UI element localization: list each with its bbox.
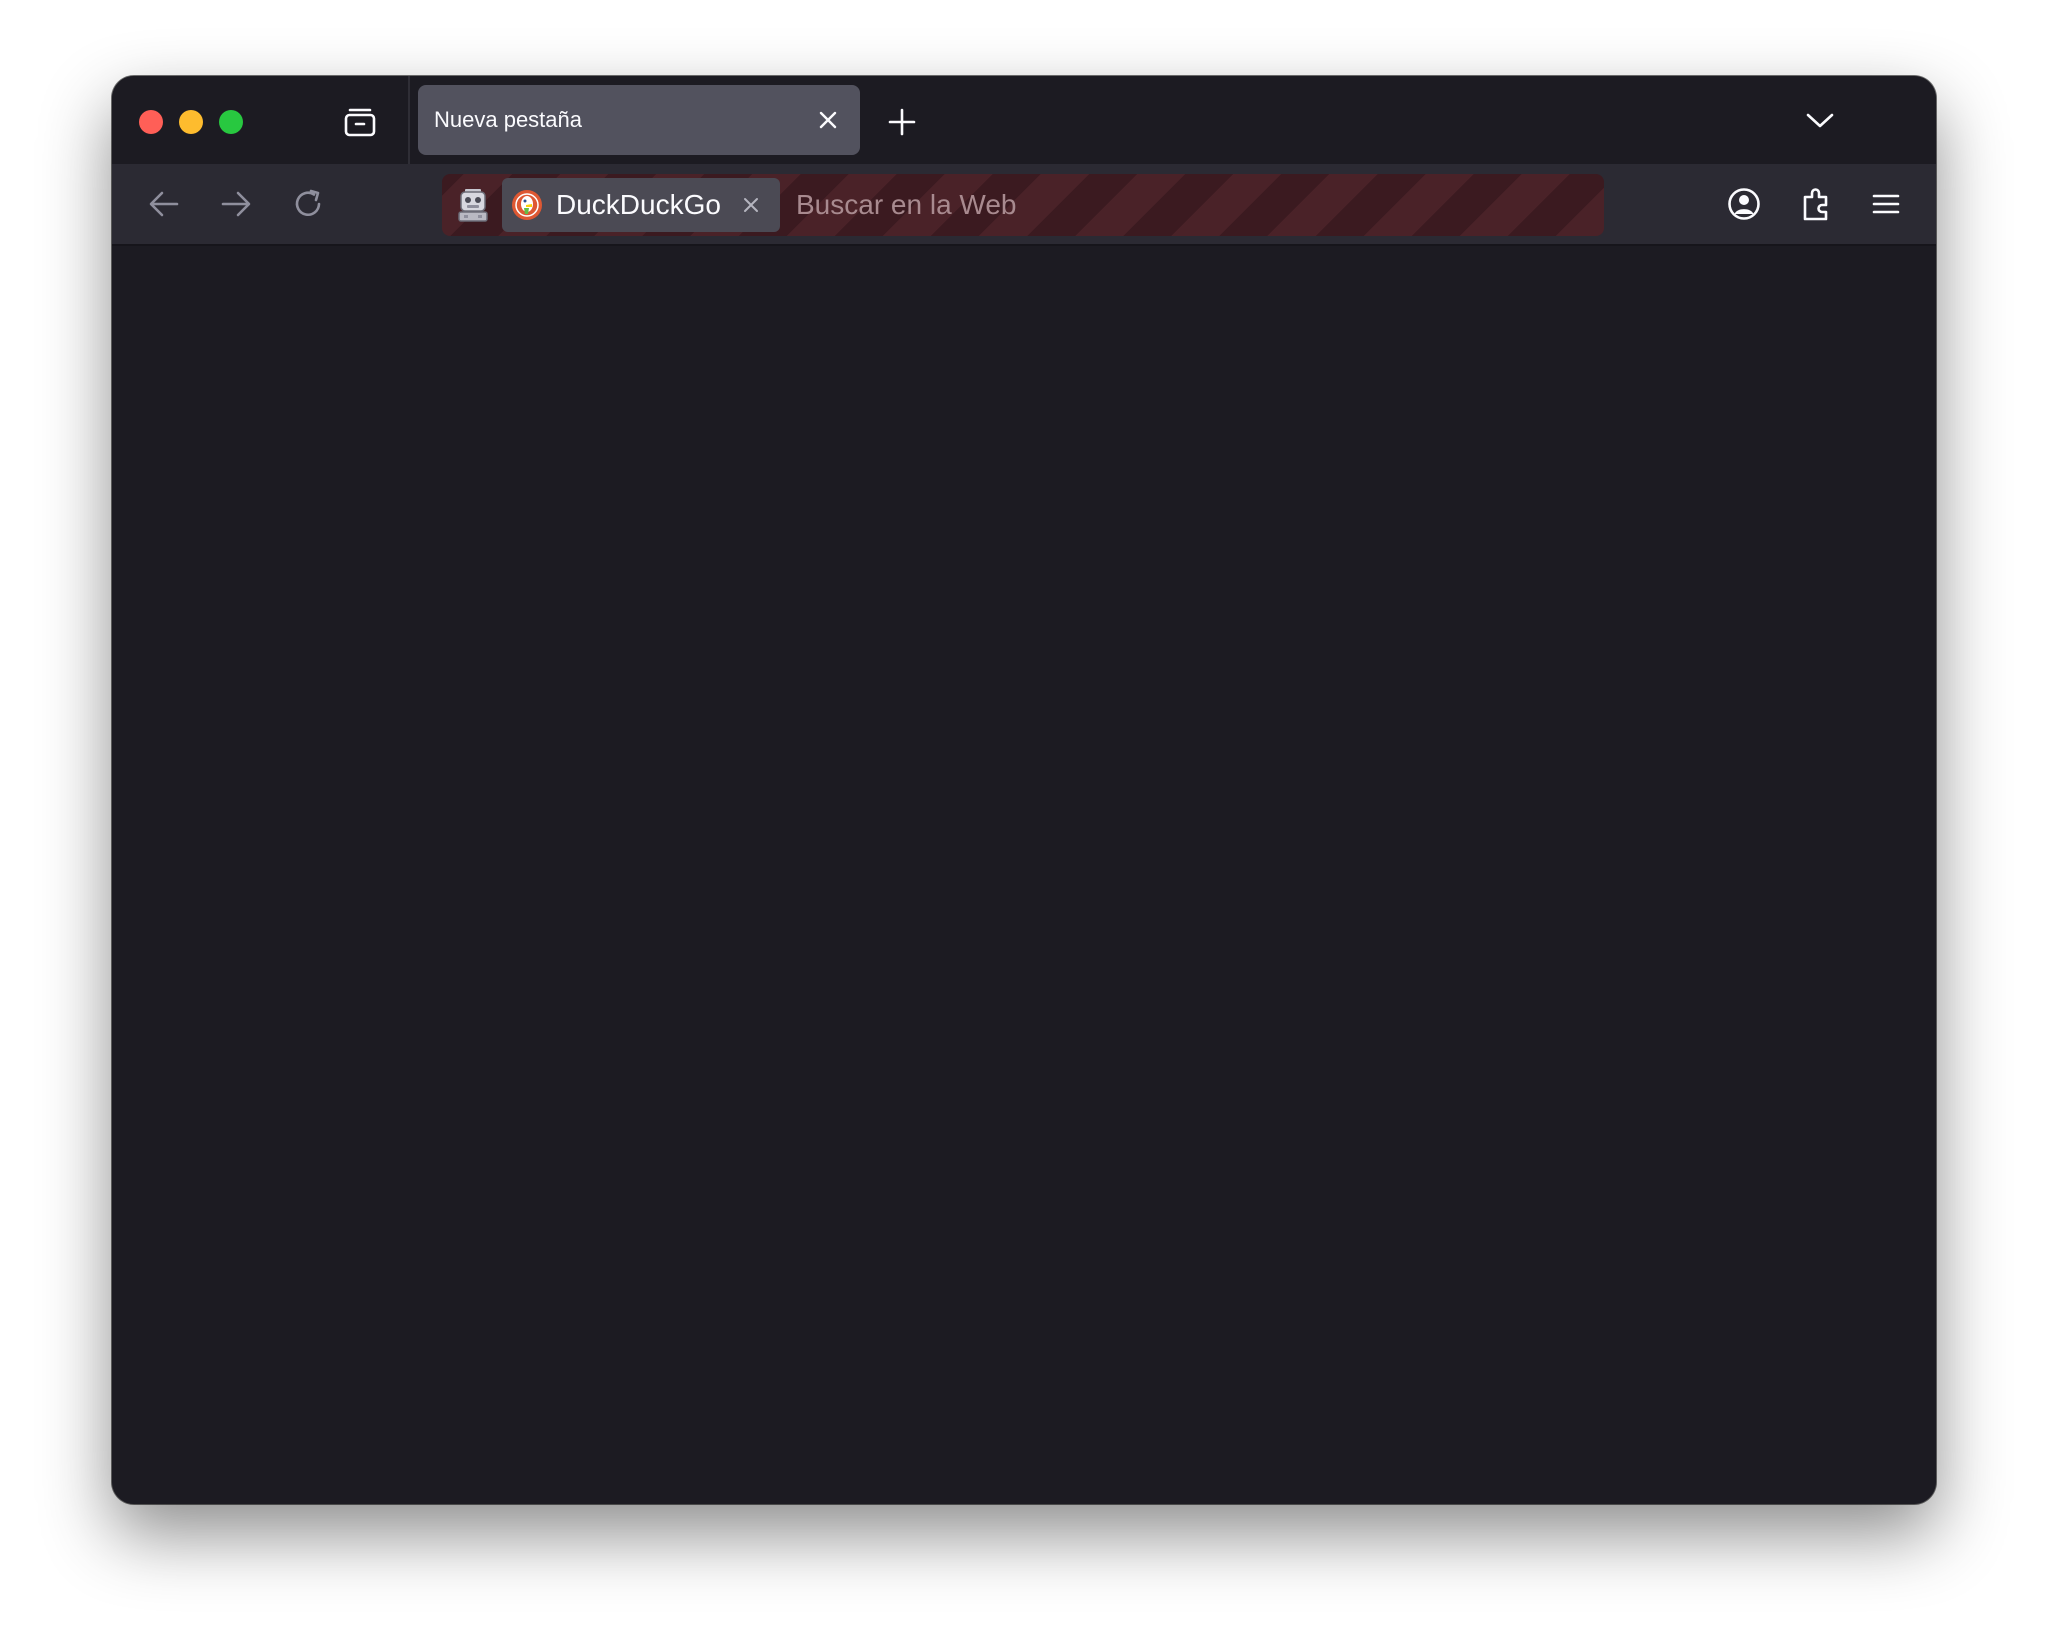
window-close-button[interactable] <box>139 110 163 134</box>
back-button[interactable] <box>142 182 186 226</box>
page-content <box>112 246 1936 1504</box>
browser-window: Nueva pestaña DuckDuckGo Buscar en la We… <box>112 76 1936 1504</box>
hamburger-menu-icon <box>1872 194 1900 214</box>
arrow-right-icon <box>221 191 251 217</box>
close-icon <box>819 111 837 129</box>
reload-icon <box>295 189 321 217</box>
open-menu-button[interactable] <box>1864 182 1908 226</box>
private-browsing-indicator <box>456 188 490 222</box>
extensions-button[interactable] <box>1794 182 1838 226</box>
search-engine-name: DuckDuckGo <box>556 189 721 220</box>
plus-icon <box>888 108 916 136</box>
robot-icon <box>458 189 488 222</box>
account-button[interactable] <box>1722 182 1766 226</box>
window-maximize-button[interactable] <box>219 110 243 134</box>
puzzle-icon <box>1803 188 1828 221</box>
chevron-down-icon <box>1806 113 1834 128</box>
list-all-tabs-button[interactable] <box>1798 98 1842 142</box>
window-minimize-button[interactable] <box>179 110 203 134</box>
tab-close-button[interactable] <box>808 100 848 140</box>
search-input[interactable] <box>792 180 1580 230</box>
tab-divider <box>408 76 410 164</box>
url-bar[interactable]: DuckDuckGo <box>442 174 1604 236</box>
tab-bar: Nueva pestaña <box>112 76 1936 164</box>
search-engine-chip-close-button[interactable] <box>739 193 763 217</box>
duckduckgo-logo-icon <box>512 190 542 220</box>
close-icon <box>743 198 758 212</box>
arrow-left-icon <box>149 191 179 217</box>
tab-active[interactable]: Nueva pestaña <box>418 85 860 155</box>
account-icon <box>1728 188 1760 220</box>
forward-button[interactable] <box>214 182 258 226</box>
navigation-toolbar: DuckDuckGo <box>112 164 1936 246</box>
tab-overview-icon <box>344 108 376 137</box>
tab-title: Nueva pestaña <box>434 107 582 132</box>
reload-button[interactable] <box>286 182 330 226</box>
search-engine-chip[interactable]: DuckDuckGo <box>502 178 780 232</box>
tab-overview-button[interactable] <box>338 100 382 144</box>
new-tab-button[interactable] <box>880 100 924 144</box>
